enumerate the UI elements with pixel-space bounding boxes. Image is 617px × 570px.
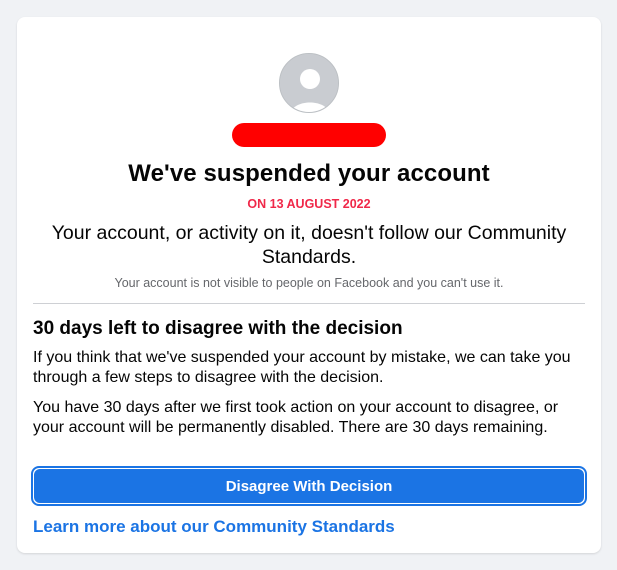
suspension-date: ON 13 AUGUST 2022 bbox=[247, 197, 371, 211]
suspension-card: We've suspended your account ON 13 AUGUS… bbox=[17, 17, 601, 553]
appeal-heading: 30 days left to disagree with the decisi… bbox=[33, 318, 403, 339]
suspension-reason: Your account, or activity on it, doesn't… bbox=[51, 222, 567, 268]
appeal-description: If you think that we've suspended your a… bbox=[33, 349, 571, 386]
divider bbox=[33, 303, 585, 304]
visibility-note: Your account is not visible to people on… bbox=[114, 276, 504, 290]
community-standards-link[interactable]: Learn more about our Community Standards bbox=[33, 517, 395, 537]
page-title: We've suspended your account bbox=[128, 160, 490, 187]
default-avatar-icon bbox=[279, 53, 339, 113]
deadline-description: You have 30 days after we first took act… bbox=[33, 399, 559, 436]
redacted-username bbox=[232, 123, 386, 147]
disagree-with-decision-button[interactable]: Disagree With Decision bbox=[34, 469, 584, 503]
